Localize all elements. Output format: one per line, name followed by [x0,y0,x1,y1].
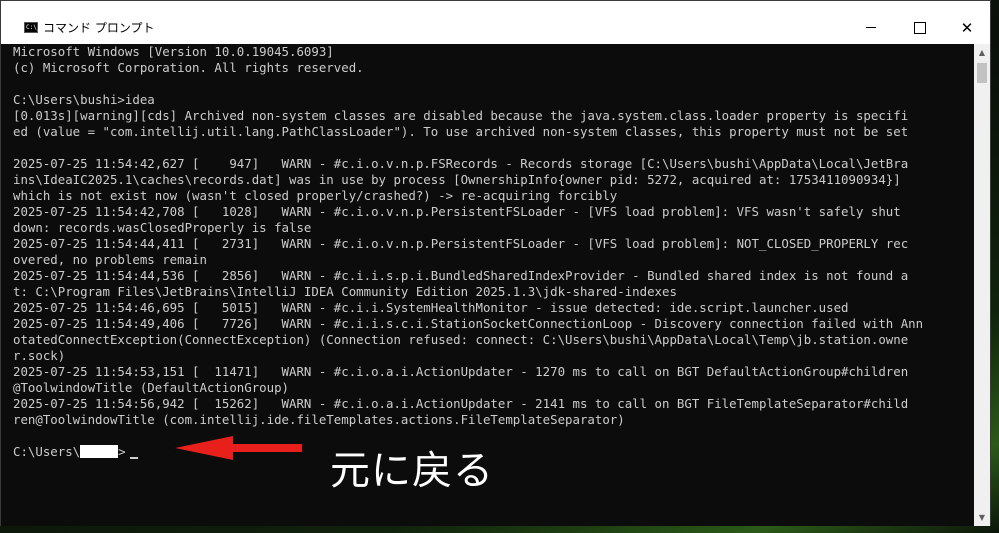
minimize-button[interactable] [848,11,894,44]
console-line: C:\Users\bushi>idea [13,92,155,107]
command-prompt-line[interactable]: C:\Users\ > [13,444,138,460]
console-line: (c) Microsoft Corporation. All rights re… [13,60,364,75]
console-line: Microsoft Windows [Version 10.0.19045.60… [13,44,334,59]
console-line: [0.013s][warning][cds] Archived non-syst… [13,108,909,123]
console-line: 2025-07-25 11:54:42,627 [ 947] WARN - #c… [13,156,909,171]
annotation-arrow-icon [175,436,302,460]
prompt-suffix: > [118,444,126,459]
console-line: @ToolwindowTitle (DefaultActionGroup) [13,380,290,395]
redacted-username [80,445,119,458]
console-line: 2025-07-25 11:54:44,536 [ 2856] WARN - #… [13,268,909,283]
maximize-icon [914,21,926,34]
console-line: 2025-07-25 11:54:49,406 [ 7726] WARN - #… [13,316,924,331]
console-line: 2025-07-25 11:54:56,942 [ 15262] WARN - … [13,396,909,411]
scroll-down-arrow-icon[interactable]: ▼ [974,509,990,526]
title-bar[interactable]: コマンド プロンプト ✕ [1,1,990,44]
maximize-button[interactable] [897,11,943,44]
console-line: ren@ToolwindowTitle (com.intellij.ide.fi… [13,412,625,427]
cmd-app-icon[interactable] [24,22,40,33]
console-line: otatedConnectException(ConnectException)… [13,332,909,347]
console-line: ed (value = "com.intellij.util.lang.Path… [13,124,909,139]
console-line: r.sock) [13,348,66,363]
console-line: which is not exist now (wasn't closed pr… [13,188,618,203]
console-line: t: C:\Program Files\JetBrains\IntelliJ I… [13,284,677,299]
scroll-thumb[interactable] [977,63,987,83]
scroll-up-arrow-icon[interactable]: ▲ [974,44,990,61]
close-icon: ✕ [960,18,974,37]
close-button[interactable]: ✕ [944,11,990,44]
text-cursor [129,457,138,459]
console-lines: Microsoft Windows [Version 10.0.19045.60… [13,44,923,444]
console-line: 2025-07-25 11:54:42,708 [ 1028] WARN - #… [13,204,901,219]
console-line: down: records.wasClosedProperly is false [13,220,312,235]
minimize-icon [866,27,876,28]
window-title: コマンド プロンプト [43,21,155,35]
console-line: 2025-07-25 11:54:53,151 [ 11471] WARN - … [13,364,909,379]
command-prompt-window: コマンド プロンプト ✕ Microsoft Windows [Version … [0,0,991,526]
console-line: 2025-07-25 11:54:46,695 [ 5015] WARN - #… [13,300,849,315]
console-line: overed, no problems remain [13,252,207,267]
prompt-prefix: C:\Users\ [13,444,81,459]
console-line: ins\IdeaIC2025.1\caches\records.dat] was… [13,172,901,187]
console-line: 2025-07-25 11:54:44,411 [ 2731] WARN - #… [13,236,909,251]
annotation-label: 元に戻る [330,448,494,494]
vertical-scrollbar[interactable]: ▲ ▼ [974,44,990,526]
